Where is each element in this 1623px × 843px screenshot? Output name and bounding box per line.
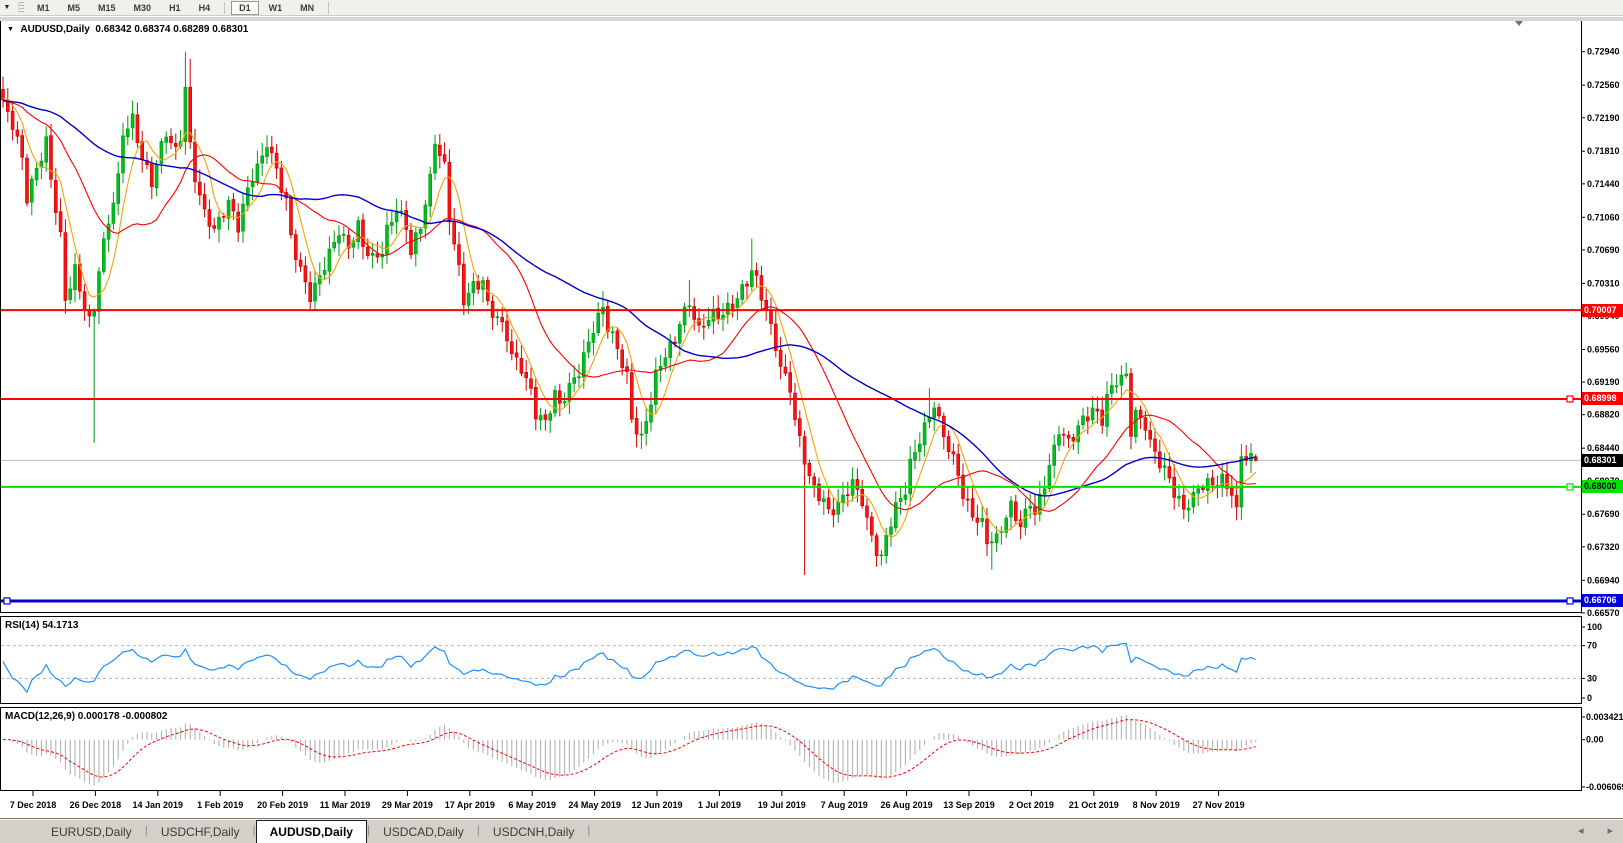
svg-text:-0.006069: -0.006069 bbox=[1586, 782, 1623, 792]
price-tag-0_70007: 0.70007 bbox=[1582, 304, 1623, 317]
svg-text:17 Apr 2019: 17 Apr 2019 bbox=[445, 800, 495, 810]
timeframe-button-h1[interactable]: H1 bbox=[161, 1, 189, 15]
svg-text:11 Mar 2019: 11 Mar 2019 bbox=[320, 800, 371, 810]
tab-audusd[interactable]: AUDUSD,Daily bbox=[256, 820, 367, 843]
svg-text:0.70310: 0.70310 bbox=[1587, 278, 1620, 288]
svg-text:20 Feb 2019: 20 Feb 2019 bbox=[257, 800, 308, 810]
svg-text:21 Oct 2019: 21 Oct 2019 bbox=[1069, 800, 1119, 810]
svg-text:1 Jul 2019: 1 Jul 2019 bbox=[698, 800, 741, 810]
toolbar-shadow-strip bbox=[0, 17, 1623, 21]
tab-eurusd[interactable]: EURUSD,Daily bbox=[38, 823, 145, 843]
svg-text:0.66570: 0.66570 bbox=[1587, 608, 1620, 618]
tab-scroll-right-button[interactable]: ▸ bbox=[1607, 824, 1613, 837]
chart-symbol: AUDUSD,Daily bbox=[20, 24, 89, 35]
svg-text:100: 100 bbox=[1587, 622, 1602, 632]
ohlc-high: 0.68374 bbox=[134, 24, 170, 35]
svg-text:0: 0 bbox=[1587, 693, 1592, 703]
svg-text:13 Sep 2019: 13 Sep 2019 bbox=[943, 800, 995, 810]
svg-text:0.69560: 0.69560 bbox=[1587, 344, 1620, 354]
toolbar-separator bbox=[328, 2, 329, 14]
svg-text:0.66940: 0.66940 bbox=[1587, 575, 1620, 585]
svg-text:0.67690: 0.67690 bbox=[1587, 509, 1620, 519]
timeframe-button-mn[interactable]: MN bbox=[292, 1, 322, 15]
svg-text:0.72560: 0.72560 bbox=[1587, 80, 1620, 90]
svg-text:0.72940: 0.72940 bbox=[1587, 47, 1620, 57]
svg-text:0.71060: 0.71060 bbox=[1587, 212, 1620, 222]
svg-text:19 Jul 2019: 19 Jul 2019 bbox=[758, 800, 806, 810]
svg-text:1 Feb 2019: 1 Feb 2019 bbox=[197, 800, 243, 810]
price-tag-0_68000: 0.68000 bbox=[1582, 480, 1623, 493]
svg-text:29 Mar 2019: 29 Mar 2019 bbox=[382, 800, 433, 810]
chart-title: ▼ AUDUSD,Daily 0.68342 0.68374 0.68289 0… bbox=[7, 24, 248, 35]
price-tag-0_66706: 0.66706 bbox=[1582, 594, 1623, 607]
terminal-window: { "toolbar": { "dropdown_icon": "▼", "ti… bbox=[0, 0, 1623, 843]
tab-scroll-left-button[interactable]: ◂ bbox=[1578, 824, 1584, 837]
svg-text:7 Aug 2019: 7 Aug 2019 bbox=[821, 800, 868, 810]
svg-text:0.70690: 0.70690 bbox=[1587, 245, 1620, 255]
timeframe-toolbar: ▼ M1M5M15M30H1H4 D1W1MN bbox=[0, 0, 1623, 16]
ohlc-low: 0.68289 bbox=[173, 24, 209, 35]
chevron-down-icon[interactable]: ▼ bbox=[0, 4, 14, 11]
svg-text:7 Dec 2018: 7 Dec 2018 bbox=[10, 800, 57, 810]
svg-text:0.67320: 0.67320 bbox=[1587, 542, 1620, 552]
svg-text:24 May 2019: 24 May 2019 bbox=[568, 800, 621, 810]
ohlc-close: 0.68301 bbox=[212, 24, 248, 35]
svg-text:26 Dec 2018: 26 Dec 2018 bbox=[70, 800, 122, 810]
svg-text:0.00: 0.00 bbox=[1586, 735, 1604, 745]
timeframe-button-h4[interactable]: H4 bbox=[191, 1, 219, 15]
tab-usdcad[interactable]: USDCAD,Daily bbox=[370, 823, 477, 843]
svg-text:0.72190: 0.72190 bbox=[1587, 113, 1620, 123]
timeframe-button-w1[interactable]: W1 bbox=[261, 1, 291, 15]
timeframe-button-m1[interactable]: M1 bbox=[29, 1, 58, 15]
timeframe-button-d1[interactable]: D1 bbox=[231, 1, 259, 15]
price-tag-0_68301: 0.68301 bbox=[1582, 454, 1623, 467]
timeframe-button-m30[interactable]: M30 bbox=[126, 1, 160, 15]
svg-text:8 Nov 2019: 8 Nov 2019 bbox=[1133, 800, 1180, 810]
ohlc-open: 0.68342 bbox=[95, 24, 131, 35]
svg-text:0.69190: 0.69190 bbox=[1587, 377, 1620, 387]
chart-canvas[interactable]: 0.72940 0.72560 0.72190 0.71810 0.71440 0.710… bbox=[0, 0, 1623, 843]
chevron-down-icon[interactable]: ▼ bbox=[7, 26, 14, 33]
chart-tab-bar: EURUSD,Daily|USDCHF,Daily|AUDUSD,Daily|U… bbox=[0, 818, 1623, 843]
svg-text:26 Aug 2019: 26 Aug 2019 bbox=[880, 800, 932, 810]
tab-separator: | bbox=[587, 823, 590, 840]
tab-usdchf[interactable]: USDCHF,Daily bbox=[148, 823, 253, 843]
svg-text:30: 30 bbox=[1587, 673, 1597, 683]
toolbar-grip-handle[interactable] bbox=[18, 2, 24, 13]
svg-text:12 Jun 2019: 12 Jun 2019 bbox=[631, 800, 682, 810]
tab-scroll-buttons: ◂ ▸ bbox=[1578, 824, 1613, 837]
svg-text:27 Nov 2019: 27 Nov 2019 bbox=[1193, 800, 1245, 810]
svg-text:6 May 2019: 6 May 2019 bbox=[508, 800, 556, 810]
svg-text:2 Oct 2019: 2 Oct 2019 bbox=[1009, 800, 1054, 810]
macd-label: MACD(12,26,9) 0.000178 -0.000802 bbox=[5, 711, 167, 722]
tab-usdcnh[interactable]: USDCNH,Daily bbox=[480, 823, 587, 843]
svg-text:0.71810: 0.71810 bbox=[1587, 146, 1620, 156]
svg-text:70: 70 bbox=[1587, 641, 1597, 651]
svg-text:14 Jan 2019: 14 Jan 2019 bbox=[133, 800, 184, 810]
svg-text:0.68820: 0.68820 bbox=[1587, 410, 1620, 420]
price-tag-0_68998: 0.68998 bbox=[1582, 392, 1623, 405]
timeframe-button-m15[interactable]: M15 bbox=[90, 1, 124, 15]
svg-text:0.003421: 0.003421 bbox=[1586, 712, 1623, 722]
rsi-label: RSI(14) 54.1713 bbox=[5, 620, 78, 631]
svg-text:0.71440: 0.71440 bbox=[1587, 179, 1620, 189]
timeframe-button-m5[interactable]: M5 bbox=[60, 1, 89, 15]
svg-text:0.68440: 0.68440 bbox=[1587, 443, 1620, 453]
toolbar-separator bbox=[224, 2, 225, 14]
